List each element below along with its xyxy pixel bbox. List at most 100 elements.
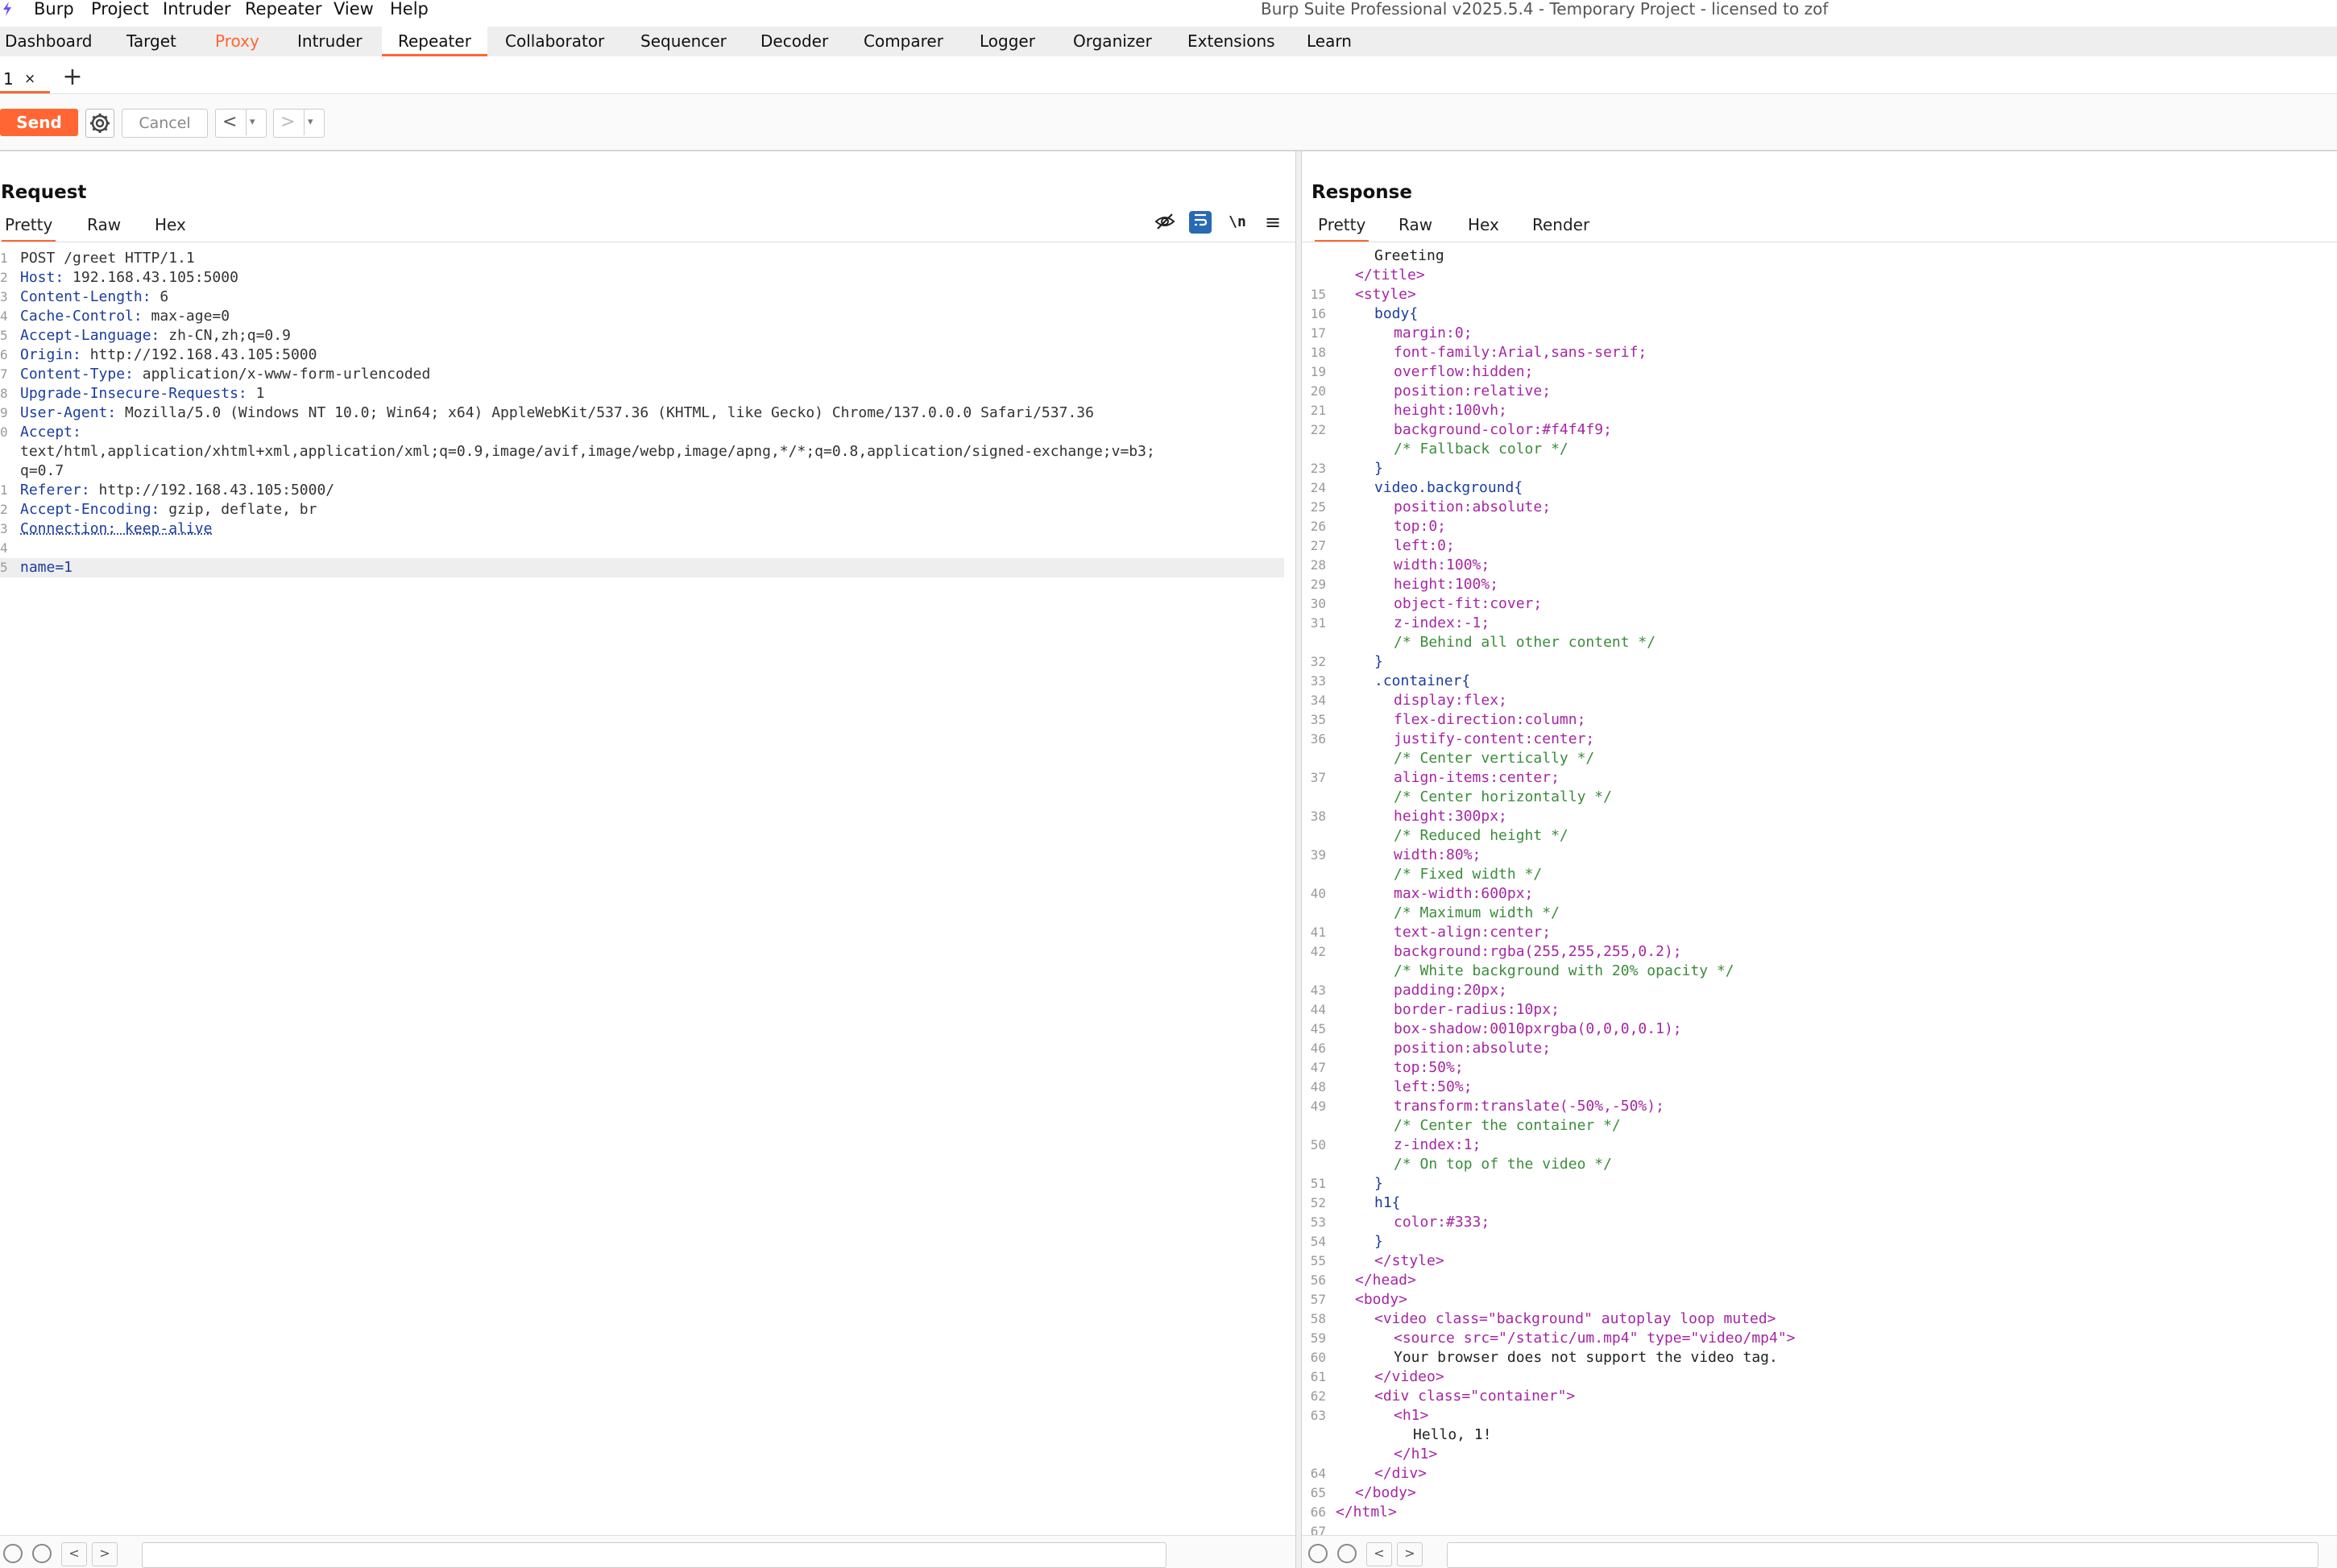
back-button[interactable]: < ▾ (215, 109, 267, 138)
response-line: 49 transform:translate(-50%,-50%); (1310, 1098, 1664, 1115)
tab-extensions[interactable]: Extensions (1187, 27, 1275, 56)
response-line: 47 top:50%; (1310, 1059, 1464, 1076)
tool-tabs: Dashboard Target Proxy Intruder Repeater… (0, 27, 2337, 56)
request-title: Request (1, 182, 87, 203)
help-icon[interactable] (1308, 1544, 1328, 1563)
hamburger-menu-icon[interactable]: ≡ (1262, 211, 1284, 234)
request-line: 2 Accept-Encoding: gzip, deflate, br (0, 501, 317, 518)
request-line: 6 Origin: http://192.168.43.105:5000 (0, 346, 317, 363)
menu-intruder[interactable]: Intruder (163, 0, 231, 18)
menu-bar: Burp Project Intruder Repeater View Help… (0, 0, 2337, 18)
tab-sequencer[interactable]: Sequencer (640, 27, 727, 56)
request-line: 0 Accept: (0, 424, 81, 441)
response-search-bar: < > (1302, 1535, 2337, 1568)
response-line: 60 Your browser does not support the vide… (1310, 1349, 1778, 1366)
chevron-left-icon: < (222, 112, 238, 132)
request-tab-pretty[interactable]: Pretty (1, 214, 56, 242)
response-line: 67 (1310, 1524, 1326, 1536)
response-line: 26 top:0; (1310, 518, 1447, 535)
response-line: 55 </style> (1310, 1252, 1444, 1269)
response-line: 57 <body> (1310, 1291, 1408, 1308)
chevron-left-icon[interactable]: < (61, 1542, 87, 1566)
tab-target[interactable]: Target (126, 27, 176, 56)
tab-comparer[interactable]: Comparer (864, 27, 943, 56)
tab-learn[interactable]: Learn (1307, 27, 1352, 56)
response-line: 62 <div class="container"> (1310, 1388, 1576, 1405)
response-tab-hex[interactable]: Hex (1468, 214, 1499, 242)
response-line: </title> (1355, 267, 1425, 283)
request-search-input[interactable] (142, 1542, 1166, 1568)
repeater-tab-1[interactable]: 1 × (0, 64, 50, 93)
response-tab-raw[interactable]: Raw (1398, 214, 1432, 242)
request-line: 3 Content-Length: 6 (0, 288, 169, 305)
tab-organizer[interactable]: Organizer (1073, 27, 1152, 56)
chevron-right-icon[interactable]: > (1397, 1542, 1423, 1566)
response-line: 18 font-family:Arial,sans-serif; (1310, 344, 1647, 361)
response-line: 34 display:flex; (1310, 692, 1507, 709)
response-line: 63 <h1> (1310, 1407, 1429, 1424)
chevron-left-icon[interactable]: < (1366, 1542, 1392, 1566)
response-line: 65 </body> (1310, 1484, 1416, 1501)
response-line: Hello, 1! (1413, 1426, 1492, 1443)
request-line: 1 POST /greet HTTP/1.1 (0, 250, 195, 267)
newline-icon[interactable]: \n (1226, 211, 1249, 234)
settings-button[interactable] (85, 109, 114, 138)
response-title: Response (1311, 182, 1412, 203)
menu-repeater[interactable]: Repeater (245, 0, 321, 18)
response-tab-pretty[interactable]: Pretty (1314, 214, 1369, 242)
panel-splitter[interactable] (1295, 151, 1302, 1568)
send-button[interactable]: Send (0, 109, 78, 136)
response-line: 40 max-width:600px; (1310, 885, 1534, 902)
close-icon[interactable]: × (24, 71, 35, 87)
tab-intruder[interactable]: Intruder (297, 27, 363, 56)
response-line: /* Maximum width */ (1394, 904, 1560, 921)
window-title: Burp Suite Professional v2025.5.4 - Temp… (1261, 0, 1829, 19)
menu-help[interactable]: Help (390, 0, 429, 18)
menu-burp[interactable]: Burp (34, 0, 74, 18)
response-line: 29 height:100%; (1310, 576, 1499, 593)
menu-view[interactable]: View (334, 0, 374, 18)
request-body-line[interactable]: 5 name=1 (0, 558, 1284, 577)
tab-collaborator[interactable]: Collaborator (505, 27, 604, 56)
tab-logger[interactable]: Logger (980, 27, 1035, 56)
response-line: 25 position:absolute; (1310, 499, 1552, 515)
tab-decoder[interactable]: Decoder (760, 27, 828, 56)
tab-repeater[interactable]: Repeater (382, 27, 487, 56)
add-tab-button[interactable]: + (61, 64, 84, 90)
tab-proxy[interactable]: Proxy (215, 27, 259, 56)
response-line: /* White background with 20% opacity */ (1394, 962, 1734, 979)
tab-dashboard[interactable]: Dashboard (5, 27, 93, 56)
response-line: /* Center the container */ (1394, 1117, 1621, 1134)
back-history-dropdown[interactable]: ▾ (246, 110, 255, 135)
eye-off-icon[interactable] (1154, 211, 1176, 234)
response-line: 54} (1310, 1233, 1383, 1250)
chevron-right-icon: > (280, 112, 296, 132)
response-line: 23} (1310, 460, 1383, 477)
response-tab-render[interactable]: Render (1532, 214, 1589, 242)
gear-icon[interactable] (1337, 1544, 1357, 1563)
request-tab-hex[interactable]: Hex (155, 214, 186, 242)
response-line: 30 object-fit:cover; (1310, 595, 1543, 612)
response-line: 24 video.background{ (1310, 479, 1523, 496)
response-line: 44 border-radius:10px; (1310, 1001, 1560, 1018)
response-editor[interactable]: Greeting </title> 15 <style> 16 body{17 margin… (1302, 243, 2337, 1536)
response-line: 39 width:80%; (1310, 846, 1481, 863)
request-editor[interactable]: 1 POST /greet HTTP/1.1 2 Host: 192.168.43.… (0, 243, 1295, 1536)
response-line: 17 margin:0; (1310, 325, 1473, 341)
cancel-button[interactable]: Cancel (122, 109, 208, 138)
chevron-right-icon[interactable]: > (92, 1542, 118, 1566)
response-line: 21 height:100vh; (1310, 402, 1507, 419)
response-search-input[interactable] (1447, 1542, 2318, 1568)
response-line: 66 </html> (1310, 1504, 1397, 1520)
response-line: 41 text-align:center; (1310, 924, 1552, 941)
forward-history-dropdown[interactable]: ▾ (304, 110, 313, 135)
response-line: 53 color:#333; (1310, 1214, 1490, 1231)
help-icon[interactable] (3, 1544, 23, 1563)
request-tab-raw[interactable]: Raw (87, 214, 121, 242)
gear-icon[interactable] (32, 1544, 52, 1563)
word-wrap-icon[interactable] (1189, 211, 1212, 234)
response-line: /* Center horizontally */ (1394, 788, 1612, 805)
menu-project[interactable]: Project (91, 0, 149, 18)
response-line: /* Fixed width */ (1394, 866, 1543, 883)
forward-button[interactable]: > ▾ (273, 109, 325, 138)
